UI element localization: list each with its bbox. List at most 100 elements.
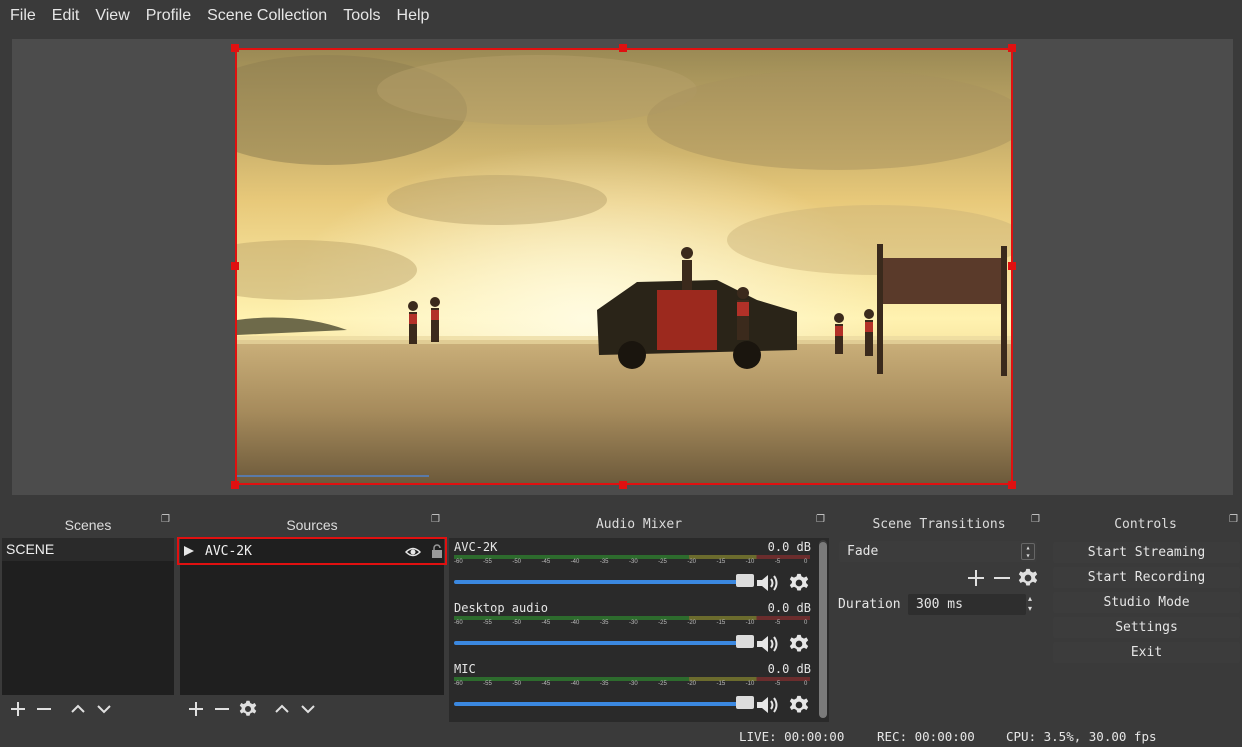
resize-handle-mr[interactable]	[1008, 262, 1016, 270]
move-scene-down-button[interactable]	[92, 697, 116, 721]
meter-tick-label: -40	[570, 620, 580, 626]
resize-handle-tr[interactable]	[1008, 44, 1016, 52]
speaker-icon	[757, 697, 778, 713]
transition-selected-value: Fade	[847, 544, 879, 559]
sources-toolbar	[180, 695, 444, 722]
audio-properties-button[interactable]	[787, 632, 811, 656]
meter-tick-label: -60	[454, 681, 463, 687]
meter-tick-label: -25	[658, 681, 667, 687]
resize-handle-bm[interactable]	[619, 481, 627, 489]
gear-icon	[239, 700, 257, 716]
duration-spinner[interactable]: ▴ ▾	[1023, 594, 1037, 615]
duration-input[interactable]: 300 ms	[908, 594, 1026, 615]
plus-icon	[189, 701, 203, 716]
meter-tick-label: 0	[804, 620, 808, 626]
scene-item[interactable]: SCENE	[2, 538, 174, 561]
chevron-up-icon	[71, 704, 85, 713]
channel-name: AVC-2K	[454, 540, 498, 554]
meter-tick-label: 0	[804, 559, 808, 565]
resize-handle-tm[interactable]	[619, 44, 627, 52]
float-dock-icon[interactable]: ❐	[1031, 514, 1040, 525]
audio-properties-button[interactable]	[787, 571, 811, 595]
source-item[interactable]: AVC-2K	[177, 537, 447, 565]
float-dock-icon[interactable]: ❐	[431, 514, 440, 525]
start-streaming-button[interactable]: Start Streaming	[1053, 542, 1240, 563]
channel-db: 0.0 dB	[767, 662, 811, 676]
meter-tick-label: -45	[541, 620, 551, 626]
float-dock-icon[interactable]: ❐	[1229, 514, 1238, 525]
remove-transition-button[interactable]	[990, 566, 1014, 590]
move-source-down-button[interactable]	[296, 697, 320, 721]
volume-fader[interactable]	[454, 641, 750, 645]
mixer-channel: AVC-2K 0.0 dB -60 -55 -50 -45 -40 -35 -30 -25 -2…	[449, 538, 817, 600]
meter-tick-label: -15	[716, 681, 726, 687]
source-name: AVC-2K	[205, 543, 252, 559]
meter-tick-label: -5	[774, 559, 781, 565]
resize-handle-bl[interactable]	[231, 481, 239, 489]
menu-help[interactable]: Help	[389, 0, 438, 32]
channel-name: MIC	[454, 662, 476, 676]
menu-edit[interactable]: Edit	[44, 0, 88, 32]
add-scene-button[interactable]	[6, 697, 30, 721]
remove-scene-button[interactable]	[32, 697, 56, 721]
menu-scene-collection[interactable]: Scene Collection	[199, 0, 335, 32]
unlock-icon[interactable]	[431, 544, 443, 558]
minus-icon	[994, 577, 1010, 579]
menu-view[interactable]: View	[87, 0, 137, 32]
resize-handle-tl[interactable]	[231, 44, 239, 52]
meter-tick-label: -5	[774, 620, 781, 626]
menu-bar: File Edit View Profile Scene Collection …	[0, 0, 1242, 32]
mixer-scrollbar[interactable]	[819, 540, 827, 718]
fader-handle[interactable]	[736, 696, 754, 709]
transition-select[interactable]: Fade ▴ ▾	[839, 541, 1037, 562]
resize-handle-br[interactable]	[1008, 481, 1016, 489]
studio-mode-button[interactable]: Studio Mode	[1053, 592, 1240, 613]
move-source-up-button[interactable]	[270, 697, 294, 721]
rec-status: REC: 00:00:00	[877, 729, 975, 744]
gear-icon	[1018, 568, 1038, 586]
menu-profile[interactable]: Profile	[138, 0, 199, 32]
fader-handle[interactable]	[736, 635, 754, 648]
add-transition-button[interactable]	[964, 566, 988, 590]
meter-tick-label: -45	[541, 681, 551, 687]
menu-file[interactable]: File	[2, 0, 44, 32]
gear-icon	[789, 695, 809, 713]
meter-tick-label: -5	[774, 681, 781, 687]
updown-arrow-icon: ▴ ▾	[1021, 543, 1035, 560]
mute-toggle[interactable]	[755, 571, 779, 595]
start-recording-button[interactable]: Start Recording	[1053, 567, 1240, 588]
resize-handle-ml[interactable]	[231, 262, 239, 270]
meter-tick-label: -55	[483, 681, 492, 687]
volume-fader[interactable]	[454, 702, 750, 706]
float-dock-icon[interactable]: ❐	[161, 514, 170, 525]
meter-tick-label: -10	[745, 681, 755, 687]
move-scene-up-button[interactable]	[66, 697, 90, 721]
chevron-down-icon	[97, 704, 111, 713]
fader-handle[interactable]	[736, 574, 754, 587]
eye-icon[interactable]	[405, 546, 421, 558]
status-bar: LIVE: 00:00:00 REC: 00:00:00 CPU: 3.5%, …	[0, 727, 1242, 747]
duration-label: Duration	[838, 597, 901, 612]
meter-tick-label: -30	[629, 681, 638, 687]
mute-toggle[interactable]	[755, 632, 779, 656]
meter-tick-label: -10	[745, 559, 755, 565]
add-source-button[interactable]	[184, 697, 208, 721]
exit-button[interactable]: Exit	[1053, 642, 1240, 663]
plus-icon	[968, 570, 984, 586]
transition-properties-button[interactable]	[1016, 566, 1040, 590]
float-dock-icon[interactable]: ❐	[816, 514, 825, 525]
mute-toggle[interactable]	[755, 693, 779, 717]
channel-db: 0.0 dB	[767, 601, 811, 615]
speaker-icon	[757, 575, 778, 591]
settings-button[interactable]: Settings	[1053, 617, 1240, 638]
preview-video-source[interactable]	[235, 48, 1013, 485]
source-properties-button[interactable]	[236, 697, 260, 721]
audio-properties-button[interactable]	[787, 693, 811, 717]
menu-tools[interactable]: Tools	[335, 0, 388, 32]
meter-tick-label: -20	[687, 620, 696, 626]
scrollbar-thumb[interactable]	[819, 542, 827, 718]
cpu-status: CPU: 3.5%, 30.00 fps	[1006, 729, 1157, 744]
meter-tick-label: -50	[512, 620, 521, 626]
volume-fader[interactable]	[454, 580, 750, 584]
remove-source-button[interactable]	[210, 697, 234, 721]
